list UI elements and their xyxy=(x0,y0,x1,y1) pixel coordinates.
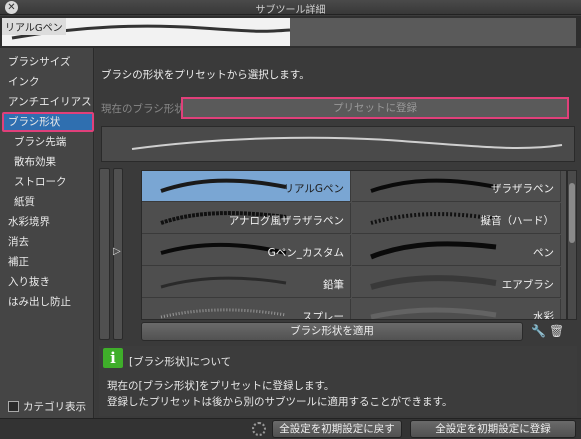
reset-all-settings-button[interactable]: 全設定を初期設定に戻す xyxy=(272,420,402,438)
preset-item-rough-pen[interactable]: ザラザラペン xyxy=(352,171,561,202)
title-bar: ✕ サブツール詳細 xyxy=(0,0,581,16)
preset-label: 擬音（ハード） xyxy=(480,215,555,227)
category-display-checkbox[interactable] xyxy=(8,401,19,412)
expand-arrow-icon[interactable]: ▷ xyxy=(113,246,121,257)
preset-list-scroll-area: ▷ xyxy=(99,168,125,340)
sidebar-item-watercolor-edge[interactable]: 水彩境界 xyxy=(0,212,94,232)
preset-label: ザラザラペン xyxy=(491,183,554,195)
loading-spinner-icon xyxy=(252,422,266,436)
preset-label: ペン xyxy=(533,247,554,259)
register-preset-button[interactable]: プリセットに登録 xyxy=(181,97,569,119)
preset-item-pencil[interactable]: 鉛筆 xyxy=(142,267,351,298)
brush-stroke-preview xyxy=(11,24,291,40)
preset-item-real-g-pen[interactable]: リアルGペン xyxy=(142,171,351,202)
brush-preview-bar: リアルGペン xyxy=(0,16,581,48)
preset-grid: リアルGペン ザラザラペン アナログ風ザラザラペン 擬音（ハード） Gペン_カス… xyxy=(141,170,567,320)
info-panel: i [ブラシ形状]について 現在の[ブラシ形状]をプリセットに登録します。 登録… xyxy=(99,346,577,416)
register-all-settings-button[interactable]: 全設定を初期設定に登録 xyxy=(410,420,576,438)
info-heading: [ブラシ形状]について xyxy=(129,356,232,368)
preset-label: エアブラシ xyxy=(501,279,554,291)
category-display-label: カテゴリ表示 xyxy=(23,401,86,413)
category-display-toggle[interactable]: カテゴリ表示 xyxy=(8,399,86,414)
preset-label: リアルGペン xyxy=(283,183,344,195)
sidebar-item-paper-texture[interactable]: 紙質 xyxy=(0,192,94,212)
sidebar-item-ink[interactable]: インク xyxy=(0,72,94,92)
info-line-2: 登録したプリセットは後から別のサブツールに適用することができます。 xyxy=(107,396,453,408)
sidebar-item-spray-effect[interactable]: 散布効果 xyxy=(0,152,94,172)
preset-item-spray[interactable]: スプレー xyxy=(142,299,351,320)
settings-category-sidebar: ブラシサイズ インク アンチエイリアス ブラシ形状 ブラシ先端 散布効果 ストロ… xyxy=(0,48,94,418)
left-scrollbar[interactable] xyxy=(99,168,110,340)
preset-item-watercolor[interactable]: 水彩 xyxy=(352,299,561,320)
sidebar-item-brush-size[interactable]: ブラシサイズ xyxy=(0,52,94,72)
preset-label: 水彩 xyxy=(533,311,554,320)
sidebar-item-overflow-prevention[interactable]: はみ出し防止 xyxy=(0,292,94,312)
current-preset-label: 現在のブラシ形状 xyxy=(101,103,185,115)
preset-item-onomatopoeia-hard[interactable]: 擬音（ハード） xyxy=(352,203,561,234)
apply-brush-shape-button[interactable]: ブラシ形状を適用 xyxy=(141,322,523,341)
sidebar-item-stroke[interactable]: ストローク xyxy=(0,172,94,192)
preset-label: アナログ風ザラザラペン xyxy=(228,215,344,227)
panel-description: ブラシの形状をプリセットから選択します。 xyxy=(101,69,310,81)
window-title: サブツール詳細 xyxy=(255,5,326,16)
info-icon: i xyxy=(103,348,123,368)
preset-label: 鉛筆 xyxy=(323,279,344,291)
sidebar-item-antialiasing[interactable]: アンチエイリアス xyxy=(0,92,94,112)
sidebar-item-brush-shape[interactable]: ブラシ形状 xyxy=(2,112,94,132)
sidebar-item-correction[interactable]: 補正 xyxy=(0,252,94,272)
preset-item-g-pen-custom[interactable]: Gペン_カスタム xyxy=(142,235,351,266)
scrollbar-thumb[interactable] xyxy=(569,183,575,243)
brush-name-label: リアルGペン xyxy=(2,18,66,35)
footer-bar: 全設定を初期設定に戻す 全設定を初期設定に登録 xyxy=(0,418,581,439)
preset-item-pen[interactable]: ペン xyxy=(352,235,561,266)
brush-shape-panel: ブラシの形状をプリセットから選択します。 現在のブラシ形状 プリセットに登録 ▷… xyxy=(95,48,581,418)
current-stroke-preview xyxy=(101,126,575,162)
sidebar-item-erase[interactable]: 消去 xyxy=(0,232,94,252)
sidebar-item-taper[interactable]: 入り抜き xyxy=(0,272,94,292)
trash-icon[interactable]: 🗑 xyxy=(549,324,564,339)
wrench-icon[interactable]: 🔧 xyxy=(531,324,546,339)
sidebar-item-brush-tip[interactable]: ブラシ先端 xyxy=(0,132,94,152)
preset-item-airbrush[interactable]: エアブラシ xyxy=(352,267,561,298)
info-line-1: 現在の[ブラシ形状]をプリセットに登録します。 xyxy=(107,380,335,392)
preset-item-analog-rough-pen[interactable]: アナログ風ザラザラペン xyxy=(142,203,351,234)
preset-label: Gペン_カスタム xyxy=(267,247,344,259)
preset-grid-scrollbar[interactable] xyxy=(567,170,577,320)
preset-label: スプレー xyxy=(302,311,344,320)
